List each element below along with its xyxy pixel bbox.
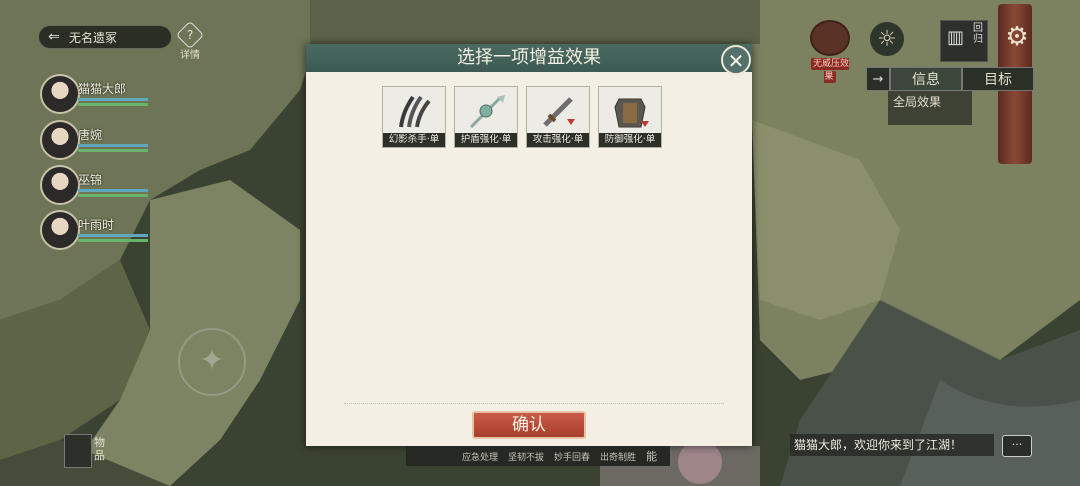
- dialog-title: 选择一项增益效果: [306, 44, 752, 72]
- inventory-button[interactable]: 物 品: [64, 432, 120, 472]
- party-member[interactable]: 唐婉: [40, 120, 160, 160]
- avatar: [40, 165, 80, 205]
- mp-bar: [78, 149, 148, 152]
- buff-card-phantom-killer[interactable]: 幻影杀手·单: [382, 86, 446, 148]
- tab-target[interactable]: 目标: [962, 67, 1034, 91]
- inventory-label-2: 品: [94, 449, 105, 462]
- skill-item[interactable]: 出奇制胜: [600, 450, 636, 463]
- inventory-label-1: 物: [94, 436, 105, 449]
- avatar: [40, 210, 80, 250]
- buff-card-shield-boost[interactable]: 护盾强化·单: [454, 86, 518, 148]
- mp-bar: [78, 239, 148, 242]
- party-member[interactable]: 巫锦: [40, 165, 160, 205]
- member-name: 巫锦: [78, 173, 103, 187]
- buff-card-defense-boost[interactable]: 防御强化·单: [598, 86, 662, 148]
- skill-item[interactable]: 妙手回春: [554, 450, 590, 463]
- member-name: 叶雨时: [78, 218, 115, 232]
- bag-icon: [64, 434, 92, 468]
- return-icon: ▥: [947, 27, 965, 48]
- card-label: 攻击强化·单: [527, 133, 589, 147]
- boss-icon: [810, 20, 850, 56]
- global-effects-label: 全局效果: [893, 95, 942, 109]
- card-label: 防御强化·单: [599, 133, 661, 147]
- member-name: 猫猫大郎: [78, 82, 127, 96]
- skill-item[interactable]: 坚韧不拔: [508, 450, 544, 463]
- hp-bar: [78, 144, 148, 147]
- help-label: 详情: [180, 50, 200, 61]
- avatar: [40, 120, 80, 160]
- claw-blades-icon: [399, 95, 431, 128]
- sword-icon: [543, 97, 575, 127]
- avatar: [40, 74, 80, 114]
- hp-bar: [78, 98, 148, 101]
- confirm-button[interactable]: 确认: [472, 411, 586, 439]
- shield-sword-icon: [469, 95, 505, 129]
- close-icon[interactable]: ✕: [721, 45, 751, 75]
- arrow-left-icon[interactable]: ⇐: [39, 29, 69, 45]
- location-name: 无名遗冢: [69, 30, 118, 45]
- question-icon: ?: [175, 20, 205, 50]
- skill-item[interactable]: 应急处理: [462, 450, 498, 463]
- help-button[interactable]: ? 详情: [175, 20, 205, 61]
- hp-bar: [78, 189, 148, 192]
- gear-icon[interactable]: ⚙: [1000, 22, 1034, 56]
- tab-info[interactable]: 信息: [890, 67, 962, 91]
- mp-bar: [78, 194, 148, 197]
- skill-bar: 应急处理 坚韧不拔 妙手回春 出奇制胜 能: [406, 446, 670, 466]
- return-label-2: 归: [973, 34, 983, 45]
- party-member[interactable]: 猫猫大郎: [40, 74, 160, 114]
- boss-pressure-label: 无威压效果: [810, 58, 849, 83]
- mp-bar: [78, 103, 148, 106]
- return-label-1: 回: [973, 23, 983, 34]
- armor-icon: [614, 98, 649, 128]
- hp-bar: [78, 234, 148, 237]
- info-tabs: → 信息 目标: [866, 67, 1034, 91]
- buff-card-attack-boost[interactable]: 攻击强化·单: [526, 86, 590, 148]
- divider: [344, 403, 724, 404]
- party-member[interactable]: 叶雨时: [40, 210, 160, 250]
- chat-message[interactable]: 猫猫大郎，欢迎你来到了江湖！: [790, 434, 994, 456]
- collapse-arrow-icon[interactable]: →: [866, 67, 890, 91]
- member-name: 唐婉: [78, 128, 103, 142]
- location-bar[interactable]: ⇐ 无名遗冢: [38, 25, 172, 49]
- return-button[interactable]: ▥ 回 归: [940, 20, 988, 62]
- skill-tail: 能: [646, 450, 658, 463]
- chat-bubble-icon[interactable]: ···: [1002, 435, 1032, 457]
- card-label: 幻影杀手·单: [383, 133, 445, 147]
- compass-icon[interactable]: ✦: [178, 328, 246, 396]
- sun-icon[interactable]: ☼: [870, 22, 904, 56]
- card-label: 护盾强化·单: [455, 133, 517, 147]
- boss-pressure-button[interactable]: 无威压效果: [806, 20, 854, 83]
- global-effects-panel: 全局效果: [888, 91, 972, 125]
